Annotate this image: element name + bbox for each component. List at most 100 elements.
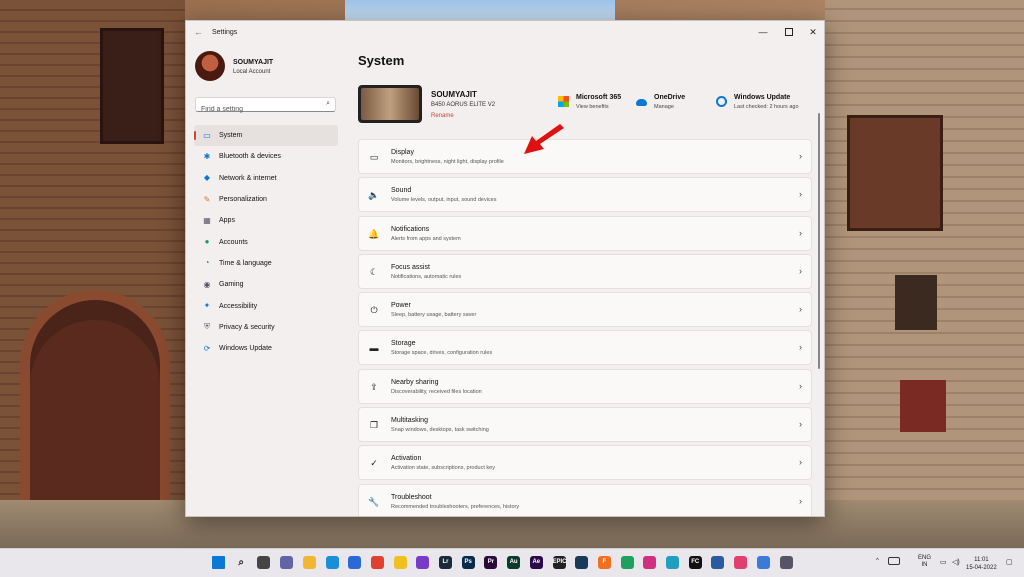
taskbar-app-pink-icon[interactable] — [734, 556, 748, 569]
minimize-button[interactable]: — — [752, 25, 774, 39]
cloud-tray-icon[interactable] — [888, 557, 900, 565]
quick-title: Microsoft 365 — [576, 94, 622, 101]
sidebar-item-label: Network & internet — [219, 174, 277, 182]
quick-title: Windows Update — [734, 94, 791, 101]
sidebar-item-icon: ✎ — [203, 194, 211, 204]
avatar[interactable] — [195, 51, 225, 81]
sidebar-nav: ▭ System ✱ Bluetooth & devices ◆ Network & in… — [194, 125, 338, 359]
maximize-button[interactable] — [778, 25, 800, 39]
title-bar[interactable]: ← Settings — ✕ — [186, 21, 824, 45]
sidebar-item-network-internet[interactable]: ◆ Network & internet — [194, 168, 338, 189]
sidebar-item-system[interactable]: ▭ System — [194, 125, 338, 147]
taskbar-lightroom-icon[interactable]: Lr — [439, 556, 452, 569]
quick-subtitle: Manage — [654, 104, 674, 110]
taskbar-store-icon[interactable] — [348, 556, 362, 569]
taskbar-start-icon[interactable] — [212, 556, 225, 569]
back-arrow-icon[interactable]: ← — [194, 27, 203, 37]
row-title: Troubleshoot — [391, 493, 432, 501]
taskbar-search-icon[interactable]: ⌕ — [234, 556, 248, 569]
chevron-right-icon: › — [799, 342, 802, 353]
settings-list: ▭ Display Monitors, brightness, night ligh… — [358, 139, 812, 516]
search-icon[interactable]: ⌕ — [326, 100, 330, 108]
settings-row-focus-assist[interactable]: ☾ Focus assist Notifications, automatic ru… — [358, 253, 812, 289]
row-title: Focus assist — [391, 263, 430, 271]
sidebar-item-bluetooth-devices[interactable]: ✱ Bluetooth & devices — [194, 146, 338, 167]
notification-icon[interactable]: ▢ — [1006, 558, 1013, 566]
sidebar-item-icon: ✱ — [203, 151, 211, 161]
clock[interactable]: 11:01 15-04-2022 — [966, 556, 997, 572]
taskbar-app-green-icon[interactable] — [620, 556, 634, 569]
taskbar-instagram-icon[interactable] — [643, 556, 657, 569]
language-indicator[interactable]: ENG IN — [918, 555, 931, 569]
chevron-right-icon: › — [799, 189, 802, 200]
taskbar-audition-icon[interactable]: Au — [507, 556, 521, 569]
taskbar-edge-icon[interactable] — [325, 556, 339, 569]
settings-row-power[interactable]: ⏻ Power Sleep, battery usage, battery save… — [358, 292, 812, 328]
taskbar-steam-icon[interactable] — [575, 556, 589, 569]
settings-row-nearby-sharing[interactable]: ⇪ Nearby sharing Discoverability, received… — [358, 368, 812, 404]
row-icon: ☾ — [369, 266, 379, 277]
settings-row-storage[interactable]: ▬ Storage Storage space, drives, configura… — [358, 330, 812, 366]
account-type: Local Account — [233, 69, 271, 75]
taskbar-app-yellow-icon[interactable] — [393, 556, 407, 569]
settings-row-notifications[interactable]: 🔔 Notifications Alerts from apps and syste… — [358, 215, 812, 251]
row-icon: 🔧 — [368, 496, 380, 507]
chevron-right-icon: › — [799, 227, 802, 238]
taskbar-app-fc-icon[interactable]: FC — [688, 556, 702, 569]
volume-icon[interactable]: ◁) — [952, 558, 960, 566]
taskbar-photoshop-icon[interactable]: Ps — [461, 556, 475, 569]
onedrive-cloud-icon — [636, 99, 647, 106]
row-icon: ▭ — [369, 152, 379, 162]
sidebar-item-accessibility[interactable]: ✦ Accessibility — [194, 295, 338, 316]
taskbar-premiere-icon[interactable]: Pr — [484, 556, 498, 569]
search-box[interactable]: ⌕ — [195, 97, 336, 116]
settings-row-troubleshoot[interactable]: 🔧 Troubleshoot Recommended troubleshooters… — [358, 483, 812, 516]
row-icon: ⏻ — [370, 305, 378, 316]
microsoft-365-card[interactable]: Microsoft 365 View benefits — [558, 94, 622, 110]
rename-link[interactable]: Rename — [431, 113, 454, 119]
sidebar-item-label: Apps — [219, 217, 235, 225]
row-icon: ⇪ — [370, 381, 378, 392]
sidebar-item-icon: ● — [204, 237, 210, 247]
chevron-right-icon: › — [799, 304, 802, 315]
settings-window: ← Settings — ✕ SOUMYAJIT Local Account ⌕… — [185, 20, 825, 517]
taskbar-app-purple-icon[interactable] — [416, 556, 430, 569]
taskbar-app-white-icon[interactable] — [756, 556, 770, 569]
taskbar-app-blue-icon[interactable] — [711, 556, 725, 569]
chevron-right-icon: › — [799, 380, 802, 391]
onedrive-card[interactable]: OneDrive Manage — [636, 94, 685, 110]
taskbar-app-f-icon[interactable]: F — [597, 556, 611, 569]
settings-row-activation[interactable]: ✓ Activation Activation state, subscriptio… — [358, 445, 812, 481]
settings-row-sound[interactable]: 🔈 Sound Volume levels, output, input, soun… — [358, 177, 812, 213]
sidebar-item-time-language[interactable]: ◔ Time & language — [194, 253, 338, 274]
taskbar-epic-icon[interactable]: EPIC — [552, 556, 567, 569]
taskbar-task-view-icon[interactable] — [257, 556, 271, 569]
close-button[interactable]: ✕ — [802, 25, 824, 39]
sidebar-item-apps[interactable]: ▦ Apps — [194, 210, 338, 231]
taskbar-after-effects-icon[interactable]: Ae — [529, 556, 543, 569]
taskbar-chrome-icon[interactable] — [370, 556, 384, 569]
chevron-right-icon: › — [799, 457, 802, 468]
sidebar-item-gaming[interactable]: ◉ Gaming — [194, 274, 338, 295]
search-input[interactable] — [196, 103, 321, 116]
tray-chevron-icon[interactable]: ^ — [876, 558, 879, 564]
row-title: Activation — [391, 455, 422, 463]
windows-update-card[interactable]: Windows Update Last checked: 2 hours ago — [716, 94, 799, 110]
taskbar-app-teal-icon[interactable] — [666, 556, 679, 569]
settings-row-multitasking[interactable]: ❐ Multitasking Snap windows, desktops, tas… — [358, 407, 812, 443]
sidebar-item-privacy-security[interactable]: ⛨ Privacy & security — [194, 317, 338, 338]
taskbar-explorer-icon[interactable] — [302, 556, 316, 569]
taskbar-settings-icon[interactable] — [779, 556, 793, 569]
taskbar-teams-icon[interactable] — [280, 556, 294, 569]
row-subtitle: Monitors, brightness, night light, displ… — [391, 159, 504, 165]
network-icon[interactable]: ▭ — [940, 558, 947, 566]
scrollbar[interactable] — [818, 113, 820, 369]
settings-row-display[interactable]: ▭ Display Monitors, brightness, night ligh… — [358, 139, 812, 174]
sidebar-item-label: Gaming — [219, 281, 244, 289]
sidebar-item-windows-update[interactable]: ⟳ Windows Update — [194, 338, 338, 359]
row-subtitle: Alerts from apps and system — [391, 235, 461, 242]
sidebar-item-accounts[interactable]: ● Accounts — [194, 231, 338, 252]
taskbar: ^ ENG IN ▭ ◁) 11:01 15-04-2022 ▢ ⌕ Lr Ps Pr… — [0, 548, 1024, 577]
sidebar-item-label: Bluetooth & devices — [219, 153, 281, 161]
sidebar-item-personalization[interactable]: ✎ Personalization — [194, 189, 338, 210]
